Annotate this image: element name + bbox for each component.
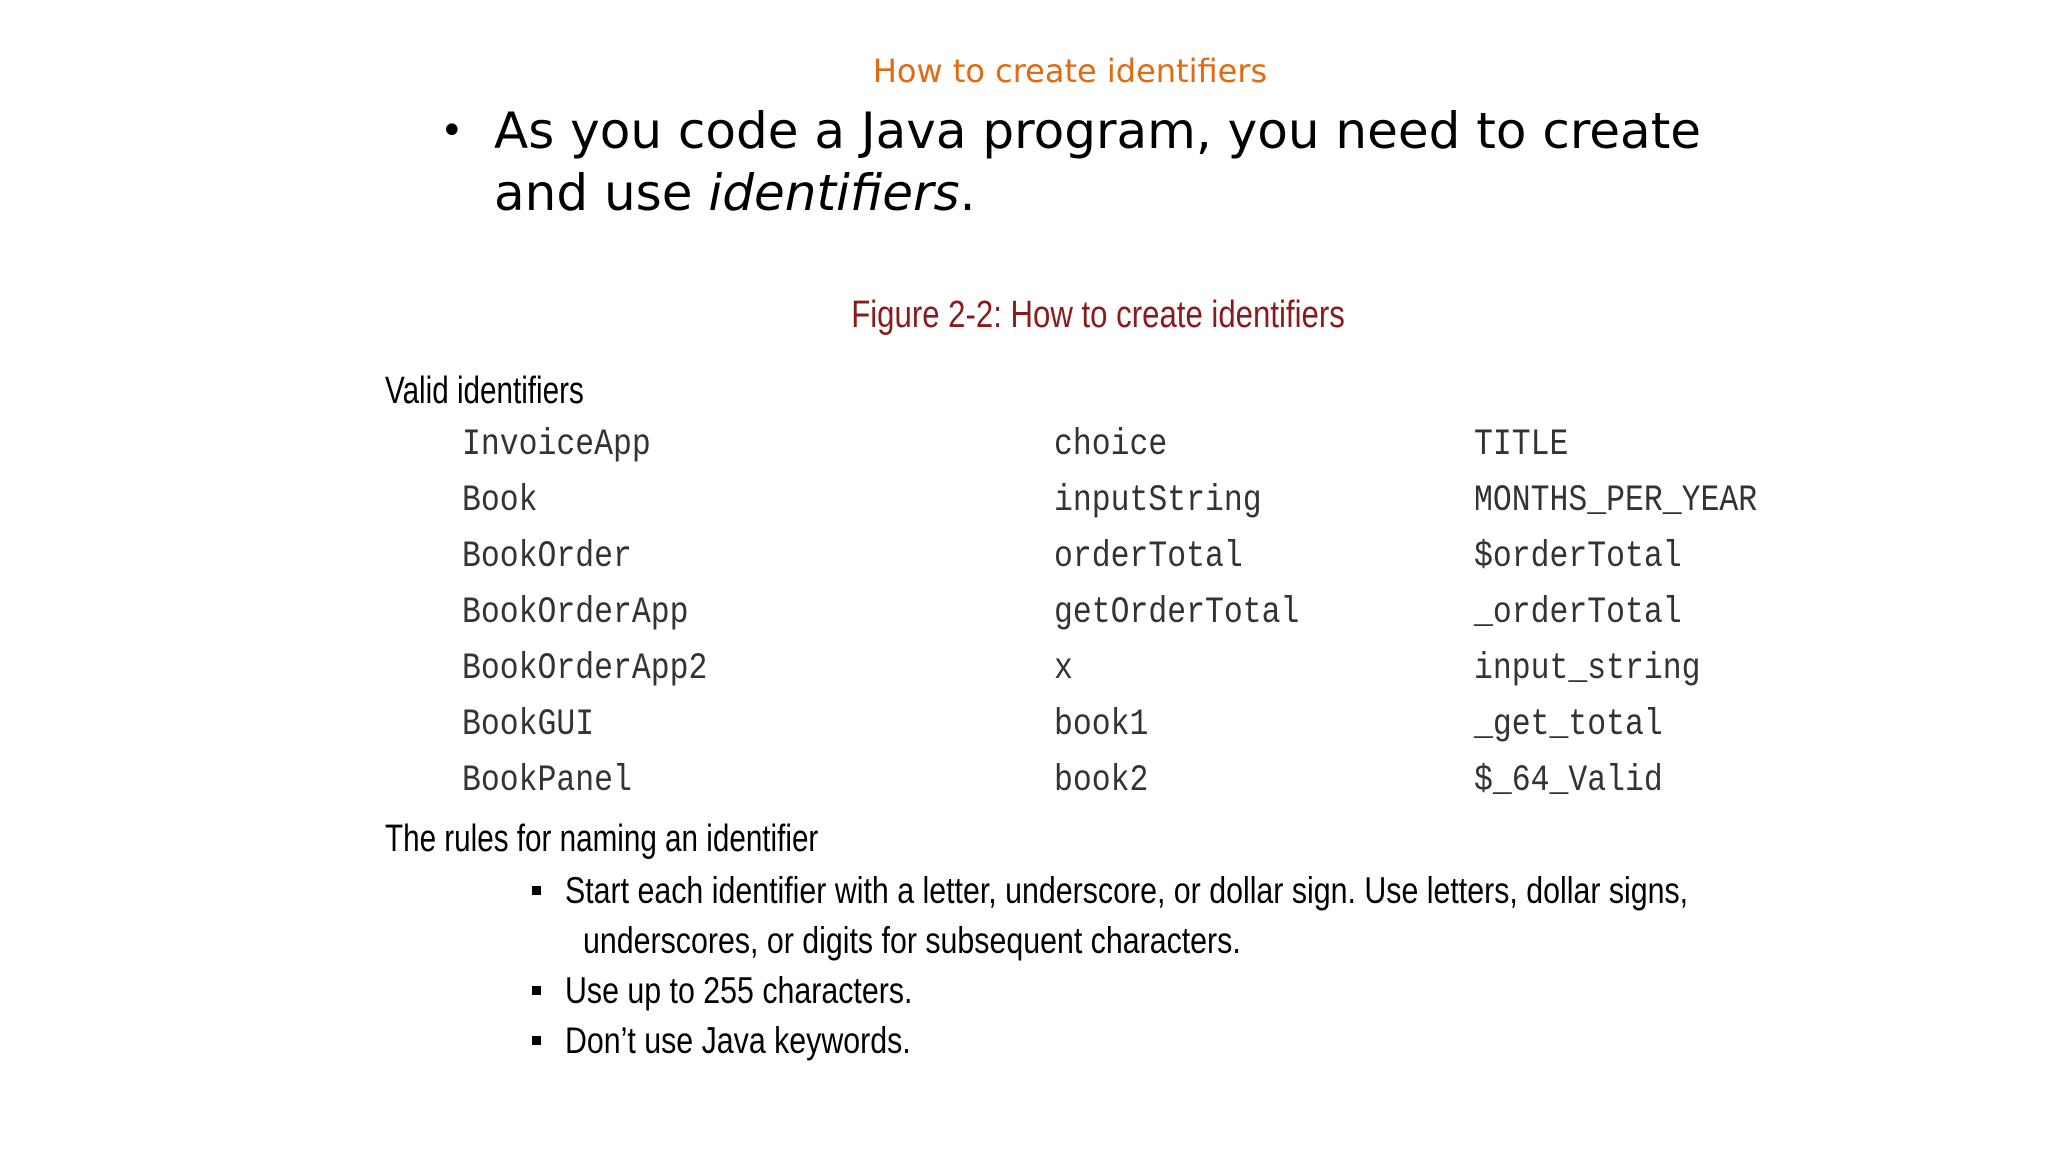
rule-line: Use up to 255 characters. xyxy=(565,970,913,1011)
identifier-cell: _orderTotal xyxy=(1474,592,1682,634)
square-bullet-icon xyxy=(532,886,541,895)
identifier-cell: $_64_Valid xyxy=(1474,760,1663,802)
bullet-dot-icon: • xyxy=(440,108,464,154)
identifier-row: BookOrderApp getOrderTotal _orderTotal xyxy=(462,592,1782,648)
identifier-cell: orderTotal xyxy=(1054,536,1243,578)
emphasis-identifiers: identifiers xyxy=(708,164,960,222)
identifier-cell: BookOrderApp2 xyxy=(462,648,708,690)
identifier-row: InvoiceApp choice TITLE xyxy=(462,424,1782,480)
identifier-cell: choice xyxy=(1054,424,1168,466)
identifier-cell: InvoiceApp xyxy=(462,424,651,466)
figure-title: Figure 2-2: How to create identifiers xyxy=(851,294,1345,336)
square-bullet-icon xyxy=(532,986,541,995)
identifier-cell: inputString xyxy=(1054,480,1262,522)
identifier-cell: book1 xyxy=(1054,704,1149,746)
identifiers-grid: InvoiceApp choice TITLE Book inputString… xyxy=(462,424,1782,816)
rule-line: Don’t use Java keywords. xyxy=(565,1020,911,1061)
identifier-row: BookGUI book1 _get_total xyxy=(462,704,1782,760)
main-bullet: • As you code a Java program, you need t… xyxy=(440,100,1780,224)
rule-item: Don’t use Java keywords. xyxy=(532,1016,1832,1066)
identifier-row: BookPanel book2 $_64_Valid xyxy=(462,760,1782,816)
identifier-cell: BookGUI xyxy=(462,704,595,746)
identifier-cell: x xyxy=(1054,648,1073,690)
identifier-cell: MONTHS_PER_YEAR xyxy=(1474,480,1758,522)
identifier-cell: BookPanel xyxy=(462,760,632,802)
main-bullet-text: As you code a Java program, you need to … xyxy=(494,102,1702,222)
rule-line-continued: underscores, or digits for subsequent ch… xyxy=(583,920,1241,961)
identifier-cell: _get_total xyxy=(1474,704,1663,746)
valid-identifiers-heading: Valid identifiers xyxy=(385,370,584,412)
rule-line: Start each identifier with a letter, und… xyxy=(565,870,1689,911)
identifier-cell: input_string xyxy=(1474,648,1701,690)
rules-heading: The rules for naming an identifier xyxy=(385,818,819,860)
identifier-row: BookOrderApp2 x input_string xyxy=(462,648,1782,704)
identifier-cell: Book xyxy=(462,480,538,522)
identifier-row: BookOrder orderTotal $orderTotal xyxy=(462,536,1782,592)
identifier-row: Book inputString MONTHS_PER_YEAR xyxy=(462,480,1782,536)
identifier-cell: $orderTotal xyxy=(1474,536,1682,578)
identifier-cell: TITLE xyxy=(1474,424,1569,466)
identifier-cell: book2 xyxy=(1054,760,1149,802)
rule-item: Use up to 255 characters. xyxy=(532,966,1832,1016)
rule-item: Start each identifier with a letter, und… xyxy=(532,866,1832,966)
identifier-cell: getOrderTotal xyxy=(1054,592,1300,634)
rules-list: Start each identifier with a letter, und… xyxy=(532,866,1832,1066)
slide-title: How to create identifiers xyxy=(872,52,1268,90)
identifier-cell: BookOrderApp xyxy=(462,592,689,634)
identifier-cell: BookOrder xyxy=(462,536,632,578)
square-bullet-icon xyxy=(532,1036,541,1045)
